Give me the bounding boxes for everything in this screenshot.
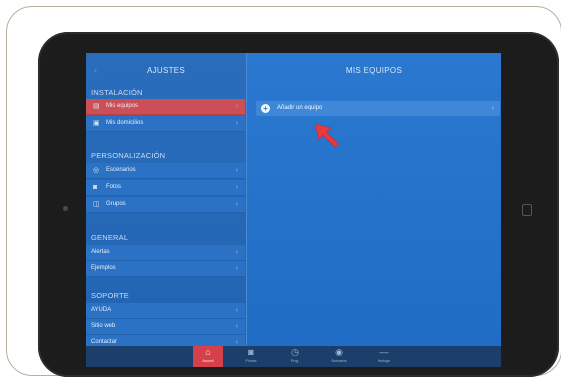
sidebar-item-label: Mis domicilios: [106, 120, 144, 126]
scenario-icon: ◎: [93, 167, 100, 174]
tab-scenarios[interactable]: ◉ Scénarios: [324, 346, 354, 367]
tab-photos[interactable]: ◙ Photos: [236, 346, 266, 367]
home-button[interactable]: [522, 204, 532, 216]
tab-accueil[interactable]: ⌂ Accueil: [193, 346, 223, 367]
chevron-right-icon: ›: [235, 184, 238, 191]
sidebar-item-sitio-web[interactable]: Sitio web ›: [86, 319, 245, 335]
chevron-right-icon: ›: [235, 103, 238, 110]
scenario-icon: ◉: [335, 347, 343, 357]
tab-label: Photos: [245, 359, 257, 363]
sidebar-item-ayuda[interactable]: AYUDA ›: [86, 303, 245, 319]
sidebar-item-mis-equipos[interactable]: ▤ Mis equipos ›: [86, 99, 245, 115]
sidebar-item-escenarios[interactable]: ◎ Escenarios ›: [86, 163, 245, 179]
sidebar-item-ejemplos[interactable]: Ejemplos ›: [86, 261, 245, 277]
chevron-right-icon: ›: [235, 201, 238, 208]
chevron-right-icon: ›: [235, 323, 238, 330]
sidebar-item-grupos[interactable]: ◫ Grupos ›: [86, 197, 245, 213]
bottom-tab-bar: ⌂ Accueil ◙ Photos ◷ Prog. ◉ Scénarios —…: [86, 346, 501, 367]
group-icon: ◫: [93, 201, 100, 208]
horloge-icon: —: [379, 347, 389, 357]
chevron-right-icon: ›: [235, 265, 238, 272]
sidebar-item-label: Fotos: [106, 184, 122, 190]
sidebar-item-label: Escenarios: [106, 167, 136, 173]
tab-label: Accueil: [202, 359, 214, 363]
plus-icon: +: [261, 104, 270, 113]
sidebar-item-label: AYUDA: [91, 307, 112, 313]
pointer-arrow-icon: [315, 124, 340, 148]
sidebar-item-label: Mis equipos: [106, 103, 139, 109]
section-title-instalacion: INSTALACIÓN: [91, 88, 143, 97]
tab-label: Scénarios: [331, 359, 347, 363]
chevron-right-icon: ›: [235, 307, 238, 314]
camera-icon: ◙: [248, 347, 254, 357]
section-title-personalizacion: PERSONALIZACIÓN: [91, 151, 166, 160]
chevron-right-icon: ›: [235, 120, 238, 127]
add-device-button[interactable]: + Añadir un equipo ›: [256, 101, 500, 116]
page-title: MIS EQUIPOS: [345, 66, 403, 75]
sidebar-title: AJUSTES: [146, 66, 186, 75]
sidebar-item-alertas[interactable]: Alertas ›: [86, 245, 245, 261]
settings-sidebar: ‹ AJUSTES INSTALACIÓN ▤ Mis equipos › ▣ …: [86, 53, 247, 367]
chevron-right-icon: ›: [235, 167, 238, 174]
tab-prog[interactable]: ◷ Prog.: [280, 346, 310, 367]
sidebar-item-label: Ejemplos: [91, 265, 116, 271]
camera-icon: ◙: [93, 184, 98, 191]
tab-label: Prog.: [290, 359, 300, 363]
clock-icon: ◷: [291, 347, 299, 357]
tab-label: Horloge: [377, 359, 391, 363]
camera-icon: [63, 206, 68, 211]
sidebar-item-label: Grupos: [106, 201, 126, 207]
sidebar-item-fotos[interactable]: ◙ Fotos ›: [86, 180, 245, 196]
app-screen: iPad ᯤ 09:08 ✱ 100 % ■ ‹ AJUSTES INSTALA…: [86, 53, 501, 367]
device-icon: ▤: [93, 103, 100, 110]
home-icon: ⌂: [205, 347, 211, 357]
sidebar-item-label: Alertas: [91, 249, 110, 255]
chevron-right-icon: ›: [491, 105, 494, 112]
chevron-right-icon: ›: [235, 249, 238, 256]
sidebar-item-label: Sitio web: [91, 323, 116, 329]
section-title-soporte: SOPORTE: [91, 291, 129, 300]
main-pane: MIS EQUIPOS + Añadir un equipo ›: [247, 53, 501, 367]
building-icon: ▣: [93, 120, 100, 127]
add-device-label: Añadir un equipo: [277, 105, 323, 111]
section-title-general: GENERAL: [91, 233, 129, 242]
tab-horloge[interactable]: — Horloge: [369, 346, 399, 367]
sidebar-item-mis-domicilios[interactable]: ▣ Mis domicilios ›: [86, 116, 245, 132]
